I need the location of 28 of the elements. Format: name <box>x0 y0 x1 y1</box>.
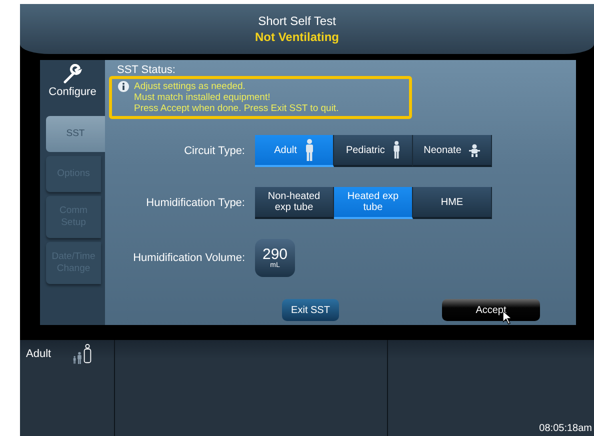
exit-button[interactable]: Exit SST <box>282 299 339 321</box>
screen-title: Short Self Test <box>258 14 336 28</box>
status-message: Press Accept when done. Press Exit SST to quit. <box>134 103 339 114</box>
option-button[interactable]: Heated exp tube <box>334 187 413 219</box>
adult-figure-icon <box>83 344 92 364</box>
configure-label: Configure <box>48 86 96 98</box>
setting-label: Circuit Type: <box>183 145 245 157</box>
wrench-icon <box>62 64 82 84</box>
info-icon <box>118 81 129 92</box>
child-figure-icon <box>77 352 82 364</box>
status-message: Must match installed equipment! <box>134 92 272 103</box>
status-label: SST Status: <box>117 64 176 76</box>
setting-label: Humidification Type: <box>145 197 245 209</box>
accept-button[interactable]: Accept <box>442 299 540 321</box>
option-button[interactable]: HME <box>413 187 492 219</box>
baby-figure-icon <box>73 356 76 364</box>
option-button[interactable]: Non-heated exp tube <box>255 187 334 219</box>
ventilation-status: Not Ventilating <box>255 30 339 44</box>
setting-label: Humidification Volume: <box>132 252 245 264</box>
clock-time: 08:05:18am <box>539 423 592 434</box>
option-button[interactable]: Adult <box>255 135 334 167</box>
status-message: Adjust settings as needed. <box>134 81 246 92</box>
child-figure-icon <box>392 141 400 159</box>
option-button[interactable]: Pediatric <box>334 135 413 167</box>
patient-type: Adult <box>26 348 52 362</box>
option-button[interactable]: Neonate <box>413 135 492 167</box>
adult-figure-icon <box>304 139 314 161</box>
baby-figure-icon <box>469 144 480 156</box>
